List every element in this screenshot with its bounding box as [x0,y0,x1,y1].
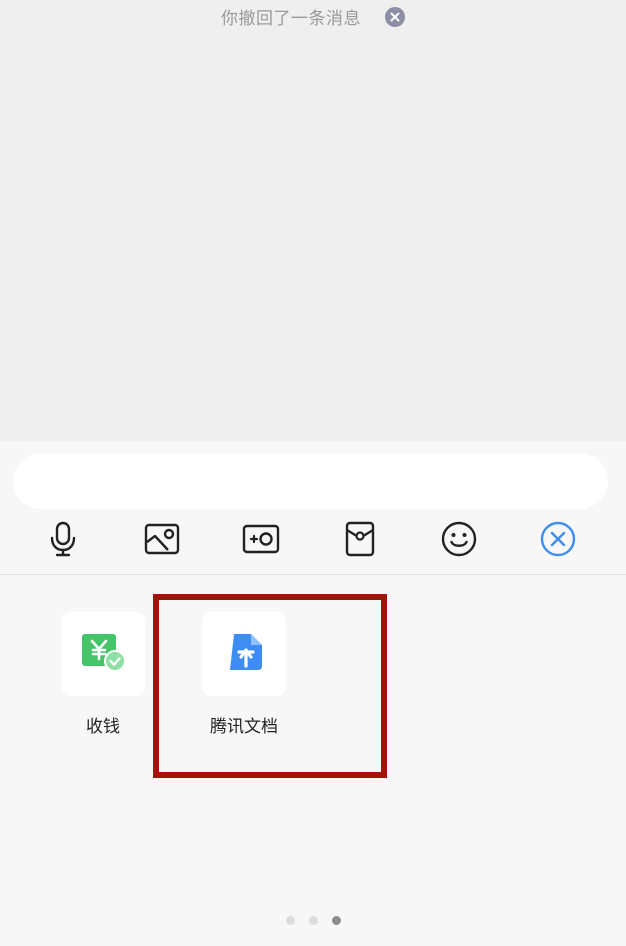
microphone-icon [48,521,78,561]
app-icon-box [61,612,145,696]
recall-message-text: 你撤回了一条消息 [221,9,361,29]
emoji-button[interactable] [437,519,481,563]
highlight-box [153,594,387,778]
page-indicator [0,916,626,925]
red-packet-icon [345,521,375,561]
close-circle-icon[interactable] [385,6,405,27]
page-dot[interactable] [308,916,318,925]
receive-money-icon [80,632,126,676]
app-label: 收钱 [86,717,120,737]
close-panel-button[interactable] [536,519,580,563]
toolbar [0,519,626,563]
panel-divider [0,574,626,575]
camera-icon [242,523,280,559]
page-dot-active[interactable] [331,916,341,925]
voice-button[interactable] [41,519,85,563]
photo-button[interactable] [140,519,184,563]
message-input[interactable] [13,453,608,509]
emoji-icon [441,521,477,561]
page-dot[interactable] [285,916,295,925]
app-receive-money[interactable]: 收钱 [53,612,153,737]
red-packet-button[interactable] [338,519,382,563]
input-panel: 收钱 腾讯文档 [0,441,626,946]
image-icon [144,523,180,559]
close-panel-icon [540,521,576,561]
system-message: 你撤回了一条消息 [0,4,626,29]
camera-button[interactable] [239,519,283,563]
chat-area: 你撤回了一条消息 [0,0,626,441]
